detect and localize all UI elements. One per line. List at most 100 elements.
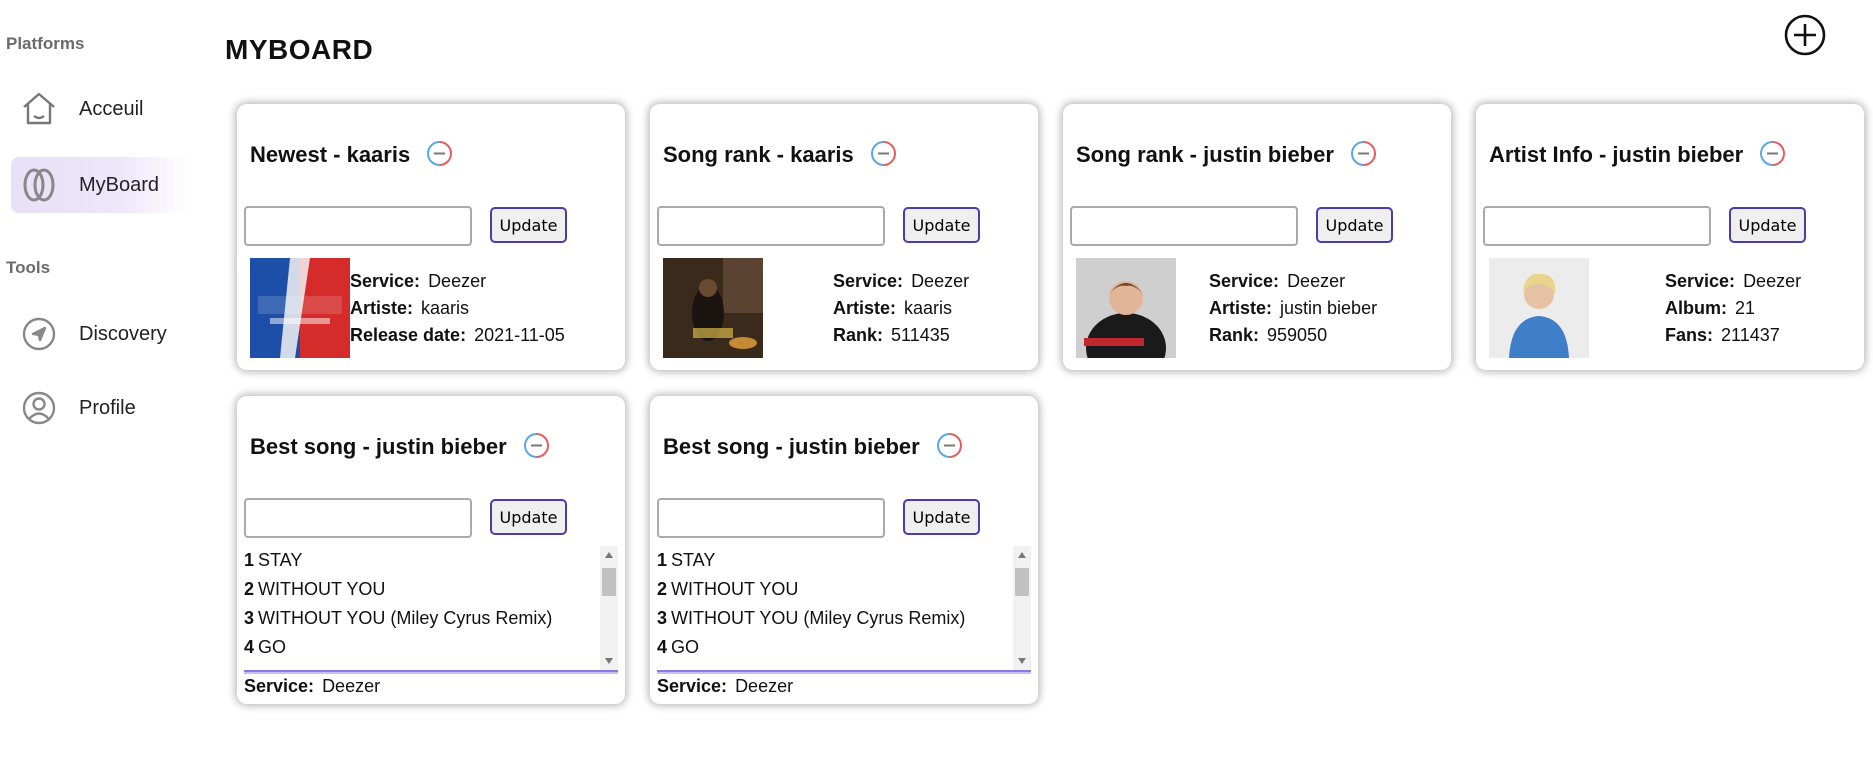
field-key: Artiste: bbox=[1209, 298, 1273, 318]
field-key: Rank: bbox=[833, 325, 884, 345]
track-name: GO bbox=[258, 637, 287, 657]
widget-title: Newest - kaaris bbox=[250, 142, 411, 167]
field-value: Deezer bbox=[1287, 271, 1346, 291]
scrollbar-thumb[interactable] bbox=[1015, 568, 1029, 596]
update-button[interactable]: Update bbox=[1316, 207, 1393, 243]
track-name: WITHOUT YOU (Miley Cyrus Remix) bbox=[258, 608, 553, 628]
widget-title: Best song - justin bieber bbox=[250, 434, 507, 459]
artist-input[interactable] bbox=[657, 498, 885, 538]
sidebar-item-label: MyBoard bbox=[79, 173, 160, 196]
remove-widget-icon[interactable] bbox=[523, 432, 550, 459]
info-fields: Service: Deezer Album: 21 Fans: 211437 bbox=[1665, 268, 1801, 349]
field-value: Deezer bbox=[322, 676, 381, 696]
field-value: 511435 bbox=[891, 325, 950, 345]
field-key: Service: bbox=[350, 271, 421, 291]
track-name: WITHOUT YOU (Miley Cyrus Remix) bbox=[671, 608, 966, 628]
field-key: Artiste: bbox=[833, 298, 897, 318]
artist-photo-image bbox=[1489, 258, 1589, 358]
info-fields: Service: Deezer Artiste: kaaris Release da… bbox=[350, 268, 565, 349]
scroll-down-arrow-icon[interactable] bbox=[1018, 658, 1026, 664]
section-title-tools: Tools bbox=[6, 258, 51, 277]
artist-input[interactable] bbox=[244, 206, 472, 246]
widget-title: Song rank - justin bieber bbox=[1076, 142, 1334, 167]
widget-title: Artist Info - justin bieber bbox=[1489, 142, 1744, 167]
widget-song-rank-kaaris: Song rank - kaaris Update Service: Deezer… bbox=[650, 104, 1038, 370]
field-key: Service: bbox=[657, 676, 728, 696]
field-value: Deezer bbox=[428, 271, 487, 291]
sidebar-item-label: Profile bbox=[79, 396, 136, 419]
remove-widget-icon[interactable] bbox=[1350, 140, 1377, 167]
track-number: 4 bbox=[244, 637, 255, 657]
sidebar-item-label: Discovery bbox=[79, 322, 167, 345]
widget-newest-kaaris: Newest - kaaris Update Service: Deezer Ar… bbox=[237, 104, 625, 370]
widget-title: Song rank - kaaris bbox=[663, 142, 854, 167]
field-key: Album: bbox=[1665, 298, 1727, 318]
list-item: 1 STAY bbox=[657, 546, 1031, 575]
track-name: WITHOUT YOU bbox=[671, 579, 799, 599]
scroll-up-arrow-icon[interactable] bbox=[1018, 552, 1026, 558]
sidebar-item-profile[interactable]: Profile bbox=[11, 380, 191, 436]
section-title-platforms: Platforms bbox=[6, 34, 85, 53]
album-cover-image bbox=[1076, 258, 1176, 358]
track-number: 1 bbox=[244, 550, 255, 570]
update-button[interactable]: Update bbox=[1729, 207, 1806, 243]
field-key: Service: bbox=[1665, 271, 1736, 291]
track-number: 3 bbox=[244, 608, 255, 628]
track-list[interactable]: 1 STAY 2 WITHOUT YOU 3 WITHOUT YOU (Miley C… bbox=[244, 546, 618, 672]
scrollbar[interactable] bbox=[1013, 546, 1031, 670]
remove-widget-icon[interactable] bbox=[870, 140, 897, 167]
field-value: Deezer bbox=[735, 676, 794, 696]
field-key: Artiste: bbox=[350, 298, 414, 318]
plus-circle-icon[interactable] bbox=[1784, 14, 1826, 56]
list-item: 1 STAY bbox=[244, 546, 618, 575]
remove-widget-icon[interactable] bbox=[1759, 140, 1786, 167]
update-button[interactable]: Update bbox=[490, 499, 567, 535]
update-button[interactable]: Update bbox=[903, 207, 980, 243]
widget-song-rank-bieber: Song rank - justin bieber Update Service… bbox=[1063, 104, 1451, 370]
update-button[interactable]: Update bbox=[903, 499, 980, 535]
artist-input[interactable] bbox=[244, 498, 472, 538]
service-line: Service: Deezer bbox=[657, 676, 793, 697]
sidebar-item-discovery[interactable]: Discovery bbox=[11, 306, 191, 362]
track-name: STAY bbox=[258, 550, 303, 570]
field-value: kaaris bbox=[904, 298, 953, 318]
scroll-down-arrow-icon[interactable] bbox=[605, 658, 613, 664]
list-item: 4 GO bbox=[657, 633, 1031, 662]
sidebar-item-label: Acceuil bbox=[79, 97, 144, 120]
scrollbar[interactable] bbox=[600, 546, 618, 670]
field-key: Fans: bbox=[1665, 325, 1714, 345]
sidebar-item-acceuil[interactable]: Acceuil bbox=[11, 81, 191, 137]
artist-input[interactable] bbox=[657, 206, 885, 246]
artist-input[interactable] bbox=[1070, 206, 1298, 246]
field-key: Service: bbox=[244, 676, 315, 696]
track-number: 4 bbox=[657, 637, 668, 657]
field-key: Release date: bbox=[350, 325, 467, 345]
remove-widget-icon[interactable] bbox=[936, 432, 963, 459]
widget-best-song-bieber: Best song - justin bieber Update 1 STAY 2… bbox=[650, 396, 1038, 704]
field-value: 21 bbox=[1735, 298, 1756, 318]
track-number: 2 bbox=[244, 579, 255, 599]
scroll-up-arrow-icon[interactable] bbox=[605, 552, 613, 558]
list-item: 4 GO bbox=[244, 633, 618, 662]
track-list[interactable]: 1 STAY 2 WITHOUT YOU 3 WITHOUT YOU (Miley C… bbox=[657, 546, 1031, 672]
info-fields: Service: Deezer Artiste: justin bieber Ran… bbox=[1209, 268, 1377, 349]
widget-artist-info-bieber: Artist Info - justin bieber Update Servi… bbox=[1476, 104, 1864, 370]
update-button[interactable]: Update bbox=[490, 207, 567, 243]
album-cover-image bbox=[663, 258, 763, 358]
sidebar-item-myboard[interactable]: MyBoard bbox=[11, 157, 191, 213]
service-line: Service: Deezer bbox=[244, 676, 380, 697]
field-key: Service: bbox=[833, 271, 904, 291]
scrollbar-thumb[interactable] bbox=[602, 568, 616, 596]
track-name: GO bbox=[671, 637, 700, 657]
widget-title: Best song - justin bieber bbox=[663, 434, 920, 459]
field-key: Rank: bbox=[1209, 325, 1260, 345]
artist-input[interactable] bbox=[1483, 206, 1711, 246]
home-icon bbox=[19, 89, 59, 129]
list-item: 2 WITHOUT YOU bbox=[244, 575, 618, 604]
field-value: Deezer bbox=[1743, 271, 1802, 291]
album-cover-image bbox=[250, 258, 350, 358]
user-icon bbox=[19, 388, 59, 428]
field-value: 211437 bbox=[1721, 325, 1780, 345]
track-name: STAY bbox=[671, 550, 716, 570]
remove-widget-icon[interactable] bbox=[426, 140, 453, 167]
